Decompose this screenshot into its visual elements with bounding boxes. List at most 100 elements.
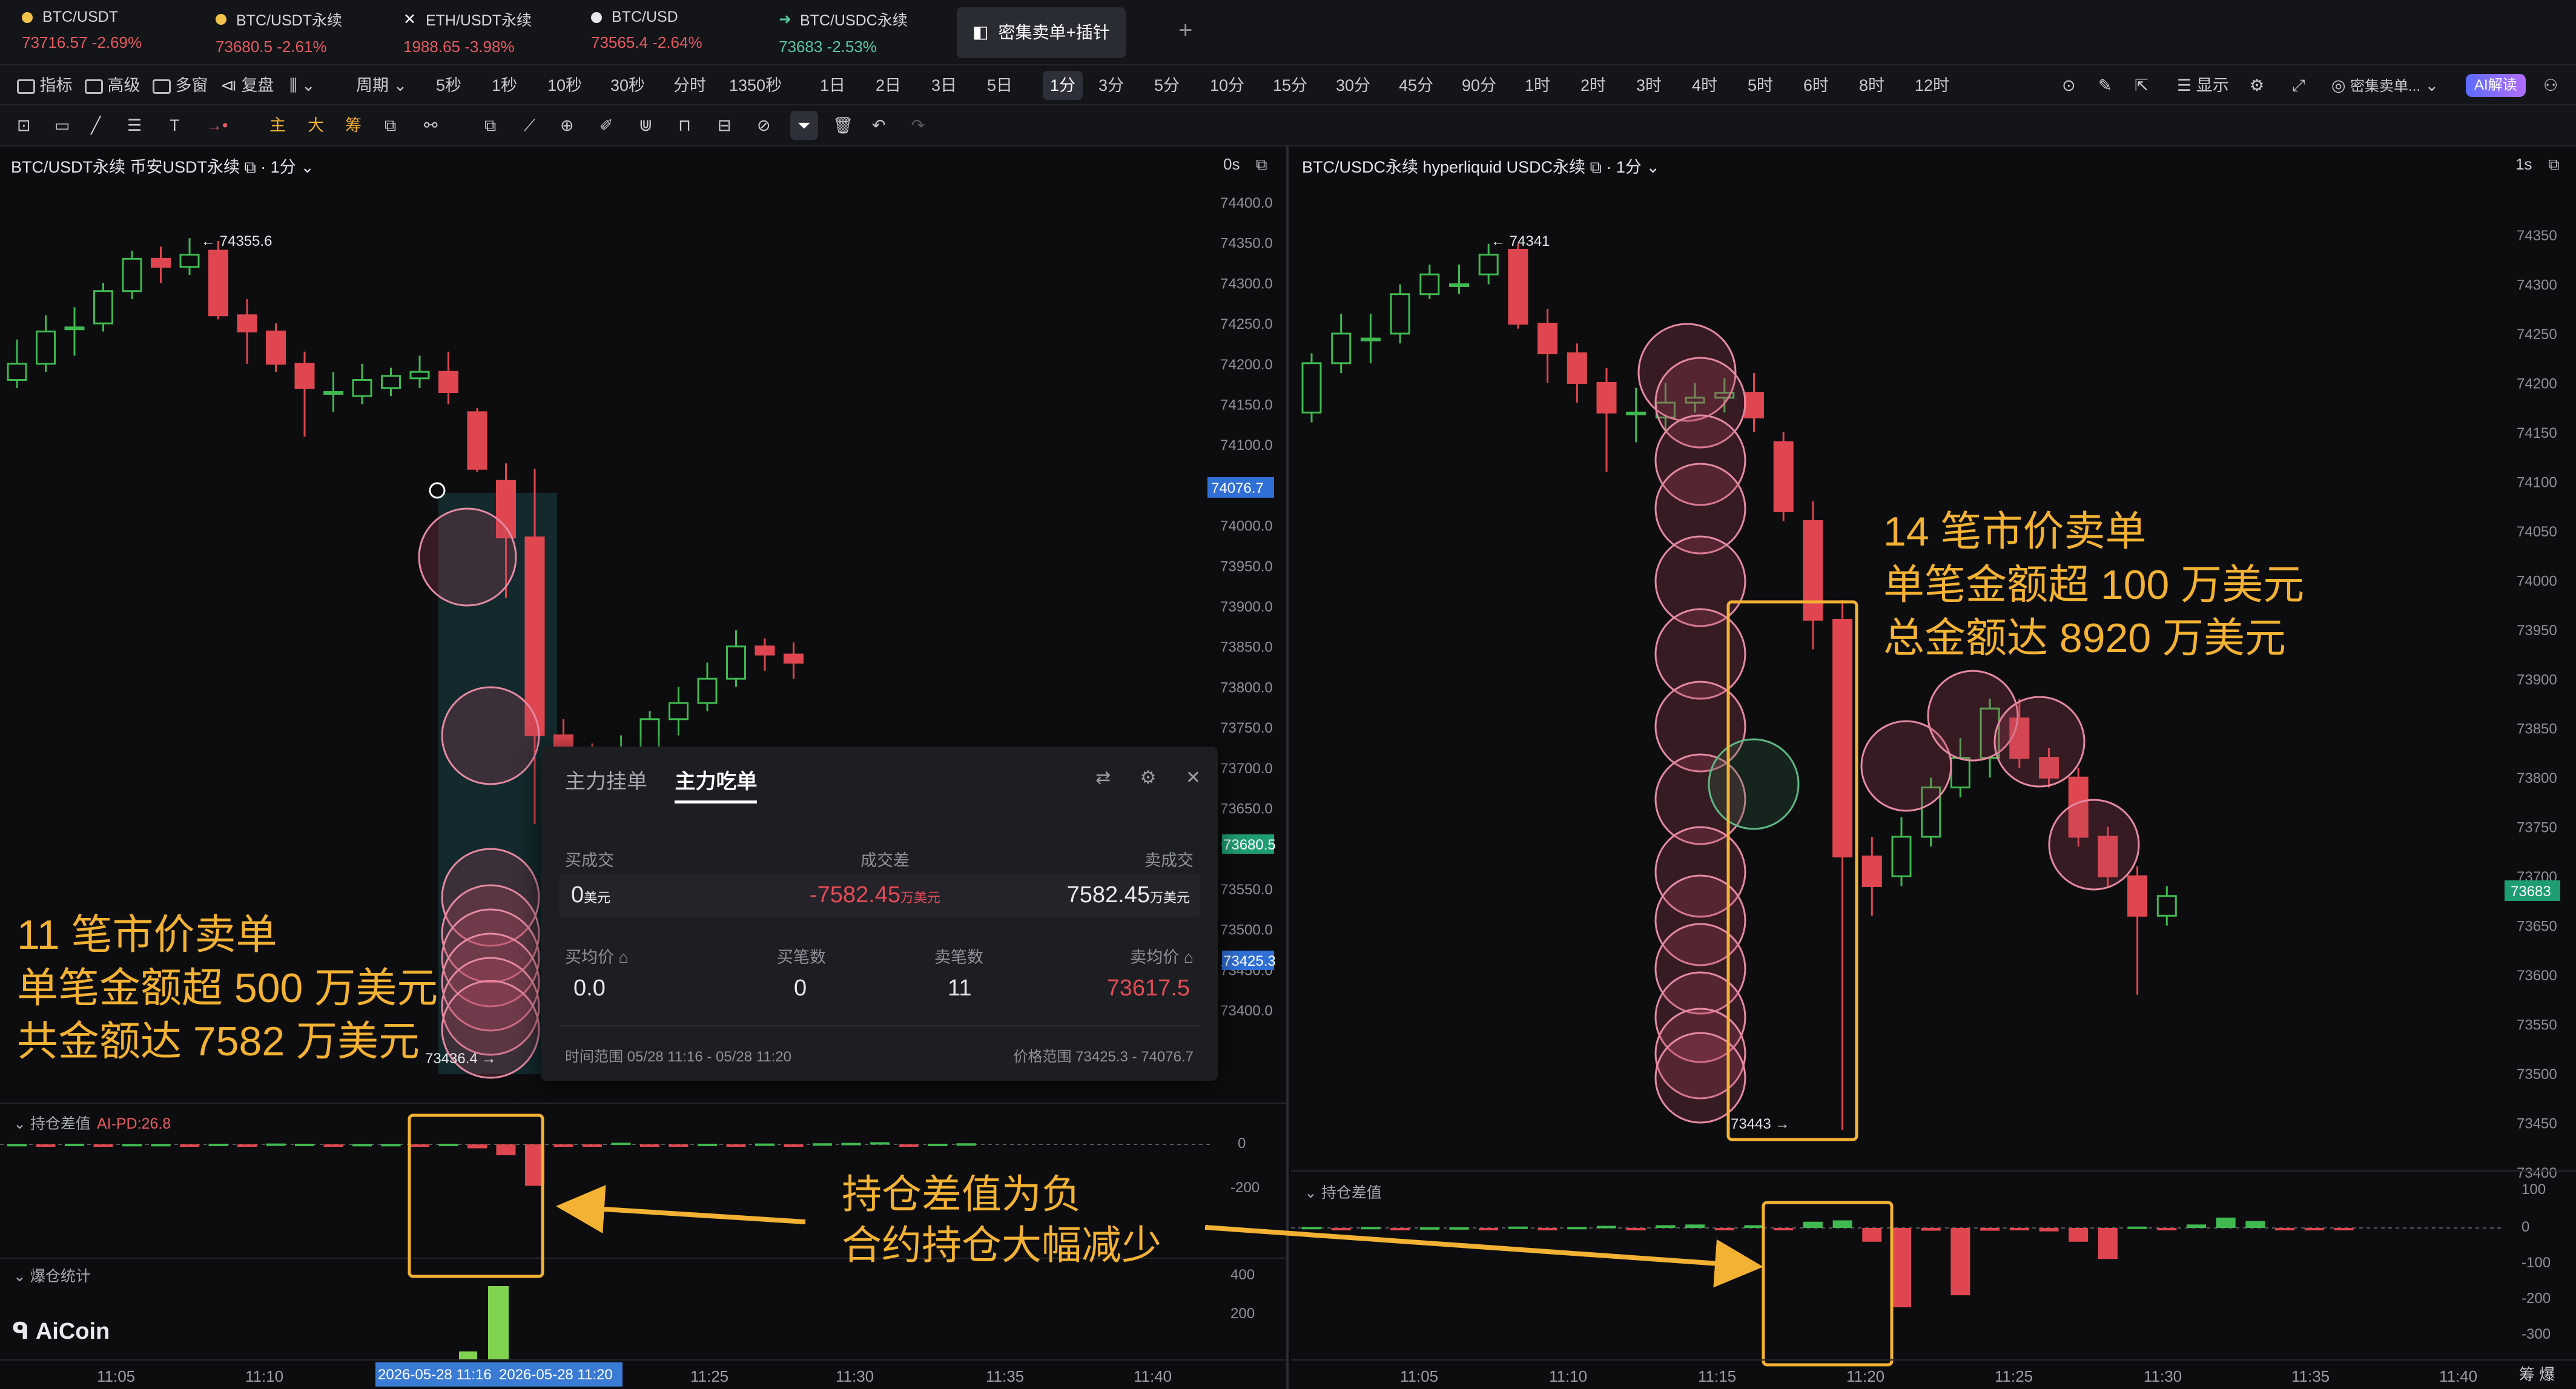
- parallel-tool-icon[interactable]: ☰: [127, 105, 142, 145]
- rect-tool-icon[interactable]: ▭: [54, 105, 70, 145]
- ticker-tab-btc-usd[interactable]: BTC/USD 73565.4 -2.64%: [575, 0, 718, 65]
- period-5分[interactable]: 5分: [1154, 65, 1180, 105]
- right-chart-canvas[interactable]: 74350 74300 74250 74200 74150 74100 74050 74000…: [1291, 147, 2576, 1389]
- add-tab-button[interactable]: +: [1163, 8, 1208, 74]
- zoom-icon[interactable]: ⊕: [560, 105, 574, 145]
- period-90分[interactable]: 90分: [1462, 65, 1496, 105]
- period-10分[interactable]: 10分: [1210, 65, 1244, 105]
- left-liq-title[interactable]: ⌄ 爆仓统计: [13, 1264, 91, 1286]
- window-icon[interactable]: ⧉: [2548, 155, 2560, 174]
- oi-bar: [2157, 1228, 2177, 1230]
- period-5秒[interactable]: 5秒: [436, 65, 461, 105]
- period-2日[interactable]: 2日: [876, 65, 901, 105]
- compare-icon[interactable]: ⧉: [385, 105, 396, 145]
- candle-type-icon: ⫼ ⌄: [289, 76, 315, 94]
- y-tick-label: 73900.0: [1220, 599, 1273, 615]
- more-icon[interactable]: ⚇: [2543, 65, 2558, 105]
- period-1时[interactable]: 1时: [1525, 65, 1550, 105]
- period-4时[interactable]: 4时: [1692, 65, 1717, 105]
- x-tick-label: 11:05: [97, 1367, 135, 1385]
- tab-layout-active[interactable]: ◧ 密集卖单+插针: [957, 7, 1126, 58]
- oi-bar: [813, 1143, 832, 1146]
- settings-icon[interactable]: ⚙: [2250, 65, 2264, 105]
- tab-taker-orders[interactable]: 主力吃单: [675, 765, 758, 803]
- lock-icon[interactable]: ⊓: [678, 105, 691, 145]
- measure-icon[interactable]: ⚯: [424, 105, 438, 145]
- tag-chips[interactable]: 筹: [345, 105, 362, 145]
- ticker-tab-eth-usdt-perp[interactable]: ✕ ETH/USDT永续 1988.65 -3.98%: [388, 0, 547, 65]
- period-1秒[interactable]: 1秒: [492, 65, 517, 105]
- text-tool-icon[interactable]: T: [170, 105, 180, 145]
- ticker-tab-btc-usdt[interactable]: BTC/USDT 73716.57 -2.69%: [6, 0, 157, 65]
- magnet-icon[interactable]: ⋓: [639, 105, 653, 145]
- aicoin-logo: ᑫ AiCoin: [12, 1319, 110, 1344]
- cursor-tool-icon[interactable]: ⊡: [17, 105, 31, 145]
- draw-icon[interactable]: ✎: [2098, 65, 2112, 105]
- period-10秒[interactable]: 10秒: [547, 65, 582, 105]
- close-icon[interactable]: ✕: [1186, 768, 1201, 788]
- ticker-tab-btc-usdc-perp[interactable]: ➜ BTC/USDC永续 73683 -2.53%: [763, 0, 923, 65]
- period-分时[interactable]: 分时: [673, 65, 706, 105]
- period-6时[interactable]: 6时: [1803, 65, 1829, 105]
- tag-main[interactable]: 主: [269, 105, 286, 145]
- multi-window-button[interactable]: 多窗: [153, 65, 208, 105]
- period-45分[interactable]: 45分: [1399, 65, 1433, 105]
- period-12时[interactable]: 12时: [1915, 65, 1949, 105]
- tag-big[interactable]: 大: [308, 105, 324, 145]
- period-3日[interactable]: 3日: [931, 65, 957, 105]
- redo-icon[interactable]: ↷: [911, 105, 925, 145]
- period-1分[interactable]: 1分: [1043, 71, 1083, 100]
- replay-button[interactable]: ⧏ 复盘: [220, 65, 274, 105]
- y-tick-label: 74100: [2517, 474, 2557, 490]
- left-candle: [151, 257, 171, 268]
- period-dropdown[interactable]: 周期 ⌄: [356, 65, 407, 105]
- indicator-button[interactable]: 指标: [17, 65, 73, 105]
- ray-tool-icon[interactable]: →•: [206, 105, 228, 145]
- line-tool-icon[interactable]: ╱: [91, 105, 101, 145]
- right-oi-title[interactable]: ⌄ 持仓差值: [1304, 1181, 1382, 1203]
- period-8时[interactable]: 8时: [1859, 65, 1884, 105]
- period-15分[interactable]: 15分: [1273, 65, 1307, 105]
- period-1日[interactable]: 1日: [820, 65, 845, 105]
- ai-explain-button[interactable]: AI解读: [2466, 74, 2526, 97]
- right-candle: [1861, 856, 1882, 887]
- window-icon[interactable]: ⧉: [1256, 155, 1267, 174]
- period-5时[interactable]: 5时: [1748, 65, 1773, 105]
- left-oi-title[interactable]: ⌄ 持仓差值 AI-PD:26.8: [13, 1112, 171, 1133]
- trash-icon[interactable]: 🗑: [833, 105, 853, 145]
- settings-icon[interactable]: ⚙: [1140, 768, 1157, 788]
- share-icon[interactable]: ⇱: [2135, 65, 2148, 105]
- ticker-tab-btc-usdt-perp[interactable]: BTC/USDT永续 73680.5 -2.61%: [200, 0, 358, 65]
- period-5日[interactable]: 5日: [987, 65, 1012, 105]
- display-button[interactable]: ☰ 显示: [2177, 65, 2229, 105]
- advanced-button[interactable]: 高级: [85, 65, 140, 105]
- oi-bar: [2304, 1228, 2324, 1230]
- order-flow-popup[interactable]: 主力挂单 主力吃单 ⇄ ⚙ ✕ 买成交 成交差 卖成交 0美元 -7582.45…: [541, 747, 1218, 1081]
- right-chart-title[interactable]: BTC/USDC永续 hyperliquid USDC永续 ⧉ · 1分 ⌄: [1302, 154, 1660, 177]
- brush-icon[interactable]: ✐: [599, 105, 613, 145]
- link-icon[interactable]: ⊘: [757, 105, 771, 145]
- period-3分[interactable]: 3分: [1098, 65, 1124, 105]
- layout-select[interactable]: ◎ 密集卖单... ⌄: [2331, 65, 2439, 105]
- undo-icon[interactable]: ↶: [872, 105, 886, 145]
- swap-icon[interactable]: ⇄: [1095, 768, 1111, 788]
- filter-icon[interactable]: ⏷: [790, 111, 818, 140]
- period-1350秒[interactable]: 1350秒: [729, 65, 782, 105]
- large-order-bubble: [1708, 738, 1800, 830]
- period-30秒[interactable]: 30秒: [610, 65, 645, 105]
- period-30分[interactable]: 30分: [1336, 65, 1370, 105]
- x-tick-label: 11:20: [1846, 1367, 1884, 1385]
- chart-type-button[interactable]: ⫼ ⌄: [289, 65, 315, 105]
- fullscreen-icon[interactable]: ⤢: [2292, 65, 2305, 105]
- oi-bar: [1862, 1228, 1882, 1242]
- left-chart-title[interactable]: BTC/USDT永续 币安USDT永续 ⧉ · 1分 ⌄: [11, 154, 314, 177]
- period-3时[interactable]: 3时: [1636, 65, 1662, 105]
- tab-price: 73680.5: [216, 38, 272, 56]
- period-2时[interactable]: 2时: [1580, 65, 1606, 105]
- tab-pending-orders[interactable]: 主力挂单: [565, 765, 647, 794]
- camera-icon[interactable]: ⊙: [2062, 65, 2076, 105]
- template-icon[interactable]: ⊟: [718, 105, 732, 145]
- right-chart-pane[interactable]: 74350 74300 74250 74200 74150 74100 74050 74000…: [1291, 147, 2576, 1389]
- copy-icon[interactable]: ⧉: [484, 105, 496, 145]
- ruler-icon[interactable]: ⟋: [524, 105, 535, 145]
